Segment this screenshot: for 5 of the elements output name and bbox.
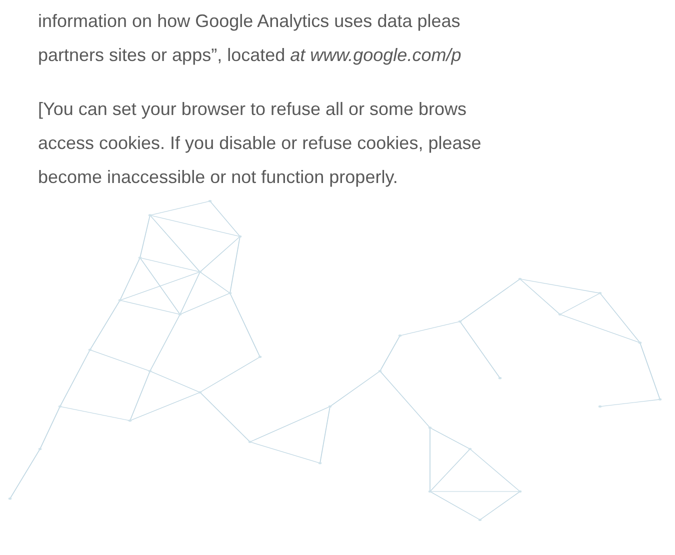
paragraph-line: [You can set your browser to refuse all or some brows	[38, 98, 468, 121]
paragraph-line: partners sites or apps”, located at www.google.com/p	[38, 44, 462, 67]
paragraph-line: become inaccessible or not function properly.	[38, 166, 399, 189]
paragraph-line: information on how Google Analytics uses data pleas	[38, 10, 462, 33]
paragraph-line: access cookies. If you disable or refuse cookies, please	[38, 132, 482, 155]
